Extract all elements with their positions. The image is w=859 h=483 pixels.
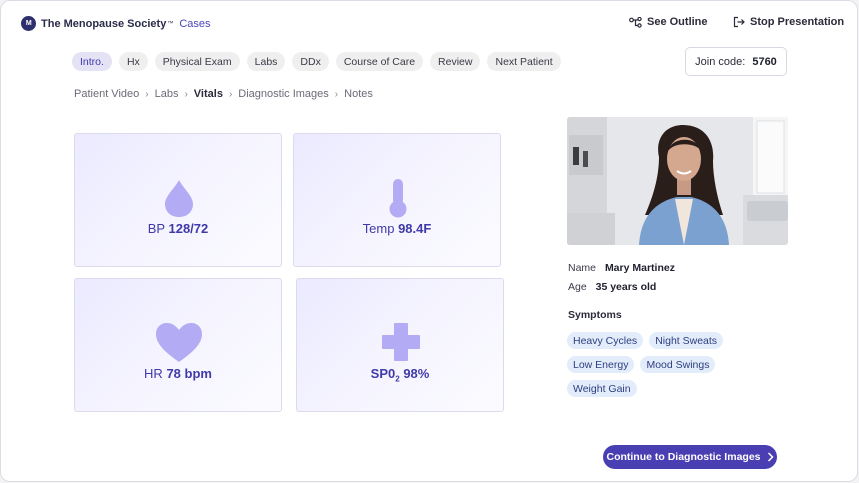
breadcrumb-labs[interactable]: Labs	[155, 88, 179, 100]
patient-photo	[567, 117, 788, 245]
see-outline-button[interactable]: See Outline	[629, 16, 708, 28]
vital-hr-text: HR 78 bpm	[75, 366, 281, 381]
app-window: M The Menopause Society ™ Cases See Outl…	[0, 0, 858, 482]
vital-hr-label: HR	[144, 366, 163, 381]
patient-portrait-image	[567, 117, 788, 245]
brand-trademark: ™	[167, 20, 174, 27]
vital-spo2-subscript: 2	[395, 374, 400, 384]
vital-spo2-label: SP0	[370, 366, 396, 381]
see-outline-label: See Outline	[647, 16, 708, 28]
join-code-value: 5760	[752, 55, 777, 68]
patient-name-row: Name Mary Martinez	[568, 262, 675, 274]
vital-temp-label: Temp	[362, 221, 395, 236]
brand-name: The Menopause Society	[41, 17, 167, 30]
symptom-chip-heavy-cycles: Heavy Cycles	[567, 332, 644, 349]
symptom-chip-night-sweats: Night Sweats	[649, 332, 724, 349]
outline-tree-icon	[629, 16, 642, 28]
blood-drop-icon	[165, 180, 193, 217]
tab-next-patient[interactable]: Next Patient	[487, 52, 561, 71]
patient-name-label: Name	[568, 262, 597, 274]
tab-intro[interactable]: Intro.	[72, 52, 112, 71]
chevron-right-icon: ›	[334, 88, 339, 100]
vital-card-bp: BP 128/72	[74, 133, 282, 267]
breadcrumb-diagnostic-images[interactable]: Diagnostic Images	[238, 88, 329, 100]
vital-hr-value: 78 bpm	[166, 366, 212, 381]
vital-temp-value: 98.4F	[398, 221, 432, 236]
heart-icon	[156, 323, 202, 362]
product-name: Cases	[179, 17, 211, 30]
patient-age-row: Age 35 years old	[568, 281, 656, 293]
vital-spo2-value: 98%	[403, 366, 430, 381]
breadcrumb-notes[interactable]: Notes	[344, 88, 373, 100]
vital-card-temp: Temp 98.4F	[293, 133, 501, 267]
join-code-box: Join code: 5760	[685, 47, 787, 76]
patient-age-label: Age	[568, 281, 587, 293]
symptom-chips: Heavy Cycles Night Sweats Low Energy Moo…	[567, 332, 797, 404]
patient-age-value: 35 years old	[595, 281, 657, 293]
vital-bp-text: BP 128/72	[75, 221, 281, 236]
tab-hx[interactable]: Hx	[118, 52, 148, 71]
vital-bp-value: 128/72	[168, 221, 209, 236]
breadcrumb-vitals[interactable]: Vitals	[194, 88, 223, 100]
join-code-label: Join code:	[695, 55, 746, 68]
tab-physical-exam[interactable]: Physical Exam	[154, 52, 240, 71]
chevron-right-icon: ›	[184, 88, 188, 100]
chevron-right-icon	[767, 452, 774, 462]
symptom-chip-mood-swings: Mood Swings	[640, 356, 716, 373]
stop-presentation-button[interactable]: Stop Presentation	[733, 16, 844, 28]
tab-course-of-care[interactable]: Course of Care	[335, 52, 424, 71]
stop-presentation-label: Stop Presentation	[750, 16, 845, 28]
chevron-right-icon: ›	[228, 88, 233, 100]
tab-labs[interactable]: Labs	[246, 52, 286, 71]
vital-card-spo2: SP02 98%	[296, 278, 504, 412]
breadcrumb: Patient Video › Labs › Vitals › Diagnost…	[74, 88, 373, 100]
symptom-chip-weight-gain: Weight Gain	[567, 380, 637, 397]
vital-temp-text: Temp 98.4F	[294, 221, 500, 236]
vital-card-hr: HR 78 bpm	[74, 278, 282, 412]
medical-cross-icon	[382, 323, 420, 361]
brand-mark-icon: M	[21, 16, 36, 31]
tab-review[interactable]: Review	[430, 52, 481, 71]
symptom-chip-low-energy: Low Energy	[567, 356, 635, 373]
chevron-right-icon: ›	[145, 88, 149, 100]
patient-name-value: Mary Martinez	[604, 262, 675, 274]
exit-icon	[733, 16, 745, 28]
continue-to-diagnostic-images-button[interactable]: Continue to Diagnostic Images	[603, 445, 777, 469]
thermometer-icon	[389, 179, 407, 218]
continue-label: Continue to Diagnostic Images	[606, 451, 761, 463]
breadcrumb-patient-video[interactable]: Patient Video	[74, 88, 139, 100]
brand-logo[interactable]: M The Menopause Society ™ Cases	[21, 16, 211, 31]
tab-ddx[interactable]: DDx	[292, 52, 329, 71]
vital-spo2-text: SP02 98%	[297, 366, 503, 384]
vital-bp-label: BP	[147, 221, 165, 236]
symptoms-title: Symptoms	[568, 309, 622, 321]
section-tabs: Intro. Hx Physical Exam Labs DDx Course …	[72, 52, 568, 71]
